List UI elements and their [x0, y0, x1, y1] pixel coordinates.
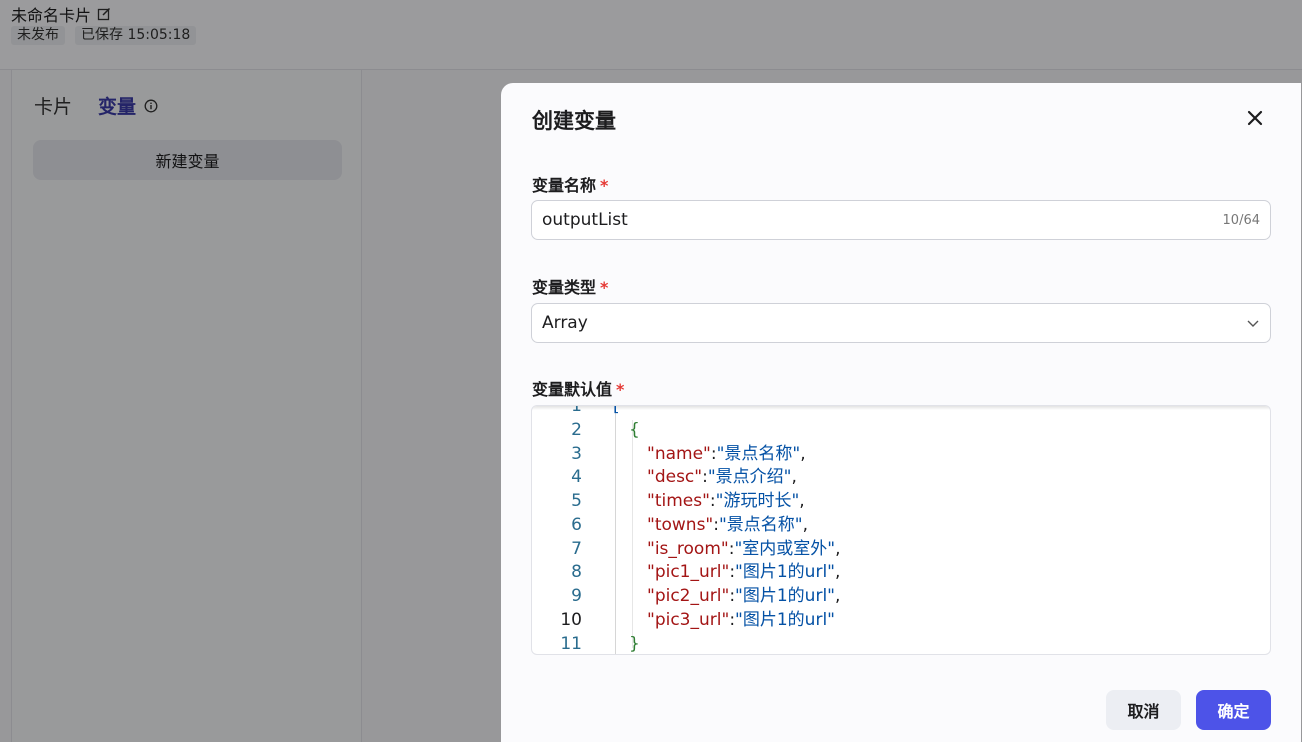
code-editor[interactable]: 1 [ 2 { 3 "name":"景点名称", 4 "desc":"景点介绍"… [531, 405, 1271, 655]
line-number: 1 [571, 405, 582, 416]
code-text: "pic2_url":"图片1的url", [647, 586, 841, 606]
code-line: 4 "desc":"景点介绍", [532, 465, 1270, 489]
line-number: 7 [571, 539, 582, 559]
line-number: 4 [571, 467, 582, 487]
code-line: 2 { [532, 418, 1270, 442]
char-counter: 10/64 [1222, 212, 1260, 228]
code-line-current: 10 "pic3_url":"图片1的url" [532, 608, 1270, 632]
variable-type-select[interactable]: Array [531, 303, 1271, 343]
code-text: [ [613, 405, 620, 416]
code-text: } [629, 634, 640, 654]
confirm-button[interactable]: 确定 [1196, 690, 1271, 730]
variable-name-label-text: 变量名称 [532, 176, 597, 195]
required-mark: * [616, 380, 625, 399]
line-number: 10 [560, 610, 582, 630]
code-line: 8 "pic1_url":"图片1的url", [532, 560, 1270, 584]
code-line: 9 "pic2_url":"图片1的url", [532, 584, 1270, 608]
code-line: 7 "is_room":"室内或室外", [532, 537, 1270, 561]
create-variable-dialog: 创建变量 变量名称* 10/64 变量类型* Array 变量默认值* 1 [ … [501, 83, 1301, 742]
variable-type-label-text: 变量类型 [532, 278, 597, 297]
variable-type-value: Array [542, 313, 588, 333]
code-line: 1 [ [532, 405, 1270, 418]
variable-default-label-text: 变量默认值 [532, 380, 613, 399]
code-text: "desc":"景点介绍", [647, 467, 797, 487]
variable-name-label: 变量名称 * [532, 172, 608, 196]
code-text: "is_room":"室内或室外", [647, 539, 841, 559]
code-text: "times":"游玩时长", [647, 491, 805, 511]
code-text: "name":"景点名称", [647, 444, 806, 464]
code-text: { [629, 420, 640, 440]
code-text: "towns":"景点名称", [647, 515, 809, 535]
close-button[interactable] [1244, 107, 1266, 129]
code-text: "pic3_url":"图片1的url" [647, 610, 835, 630]
code-line: 6 "towns":"景点名称", [532, 513, 1270, 537]
line-number: 9 [571, 586, 582, 606]
cancel-button[interactable]: 取消 [1106, 690, 1181, 730]
line-number: 3 [571, 444, 582, 464]
code-line: 5 "times":"游玩时长", [532, 489, 1270, 513]
chevron-down-icon [1247, 320, 1259, 327]
required-mark: * [600, 278, 609, 297]
close-icon [1247, 110, 1263, 126]
variable-name-input[interactable] [542, 210, 1223, 230]
code-line: 3 "name":"景点名称", [532, 442, 1270, 466]
line-number: 8 [571, 562, 582, 582]
variable-default-label: 变量默认值 * [532, 376, 624, 400]
line-number: 11 [560, 634, 582, 654]
variable-type-label: 变量类型 * [532, 274, 608, 298]
dialog-title: 创建变量 [532, 109, 616, 133]
line-number: 6 [571, 515, 582, 535]
variable-name-field[interactable]: 10/64 [531, 200, 1271, 240]
code-text: "pic1_url":"图片1的url", [647, 562, 841, 582]
code-line: 11 } [532, 632, 1270, 654]
line-number: 2 [571, 420, 582, 440]
line-number: 5 [571, 491, 582, 511]
required-mark: * [600, 176, 609, 195]
